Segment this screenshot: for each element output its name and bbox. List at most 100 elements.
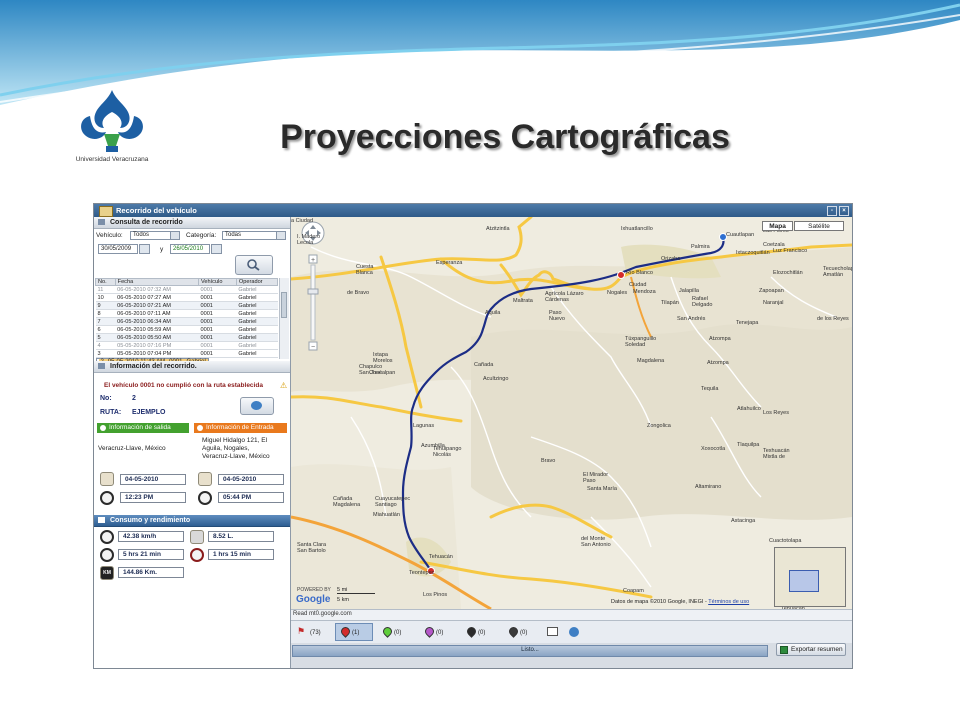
black-pin-icon[interactable] (465, 625, 478, 638)
velocidad-value: 42.38 km/h (118, 531, 184, 542)
flag-icon[interactable]: ⚑ (297, 626, 305, 637)
table-row[interactable]: 7 06-05-2010 06:34 AM 0001 Gabriel (95, 317, 278, 326)
map-status-bar: Read mt0.google.com (291, 609, 852, 620)
globe-icon[interactable] (569, 627, 579, 637)
map-type-mapa[interactable]: Mapa (762, 221, 793, 231)
col-vehiculo[interactable]: Vehículo (197, 278, 237, 286)
scroll-thumb[interactable] (281, 292, 287, 318)
table-cell-op: Gabriel (236, 349, 278, 358)
info-header[interactable]: Información del recorrido. (94, 361, 290, 373)
collapse-icon (98, 517, 105, 523)
export-summary-button[interactable]: Exportar resumen (776, 643, 846, 656)
purple-pin-icon[interactable] (423, 625, 436, 638)
table-cell-fecha: 06-05-2010 07:27 AM (115, 293, 199, 302)
table-cell-veh: 0001 (198, 293, 237, 302)
table-cell-op: Gabriel (236, 293, 278, 302)
entrada-address-1: Miguel Hidalgo 121, El (202, 437, 268, 444)
close-button[interactable]: × (839, 206, 849, 216)
table-cell-veh: 0001 (198, 301, 237, 310)
table-cell-no: 11 (95, 285, 116, 294)
entrada-hora: 05:44 PM (218, 492, 284, 503)
calendar-icon[interactable] (211, 244, 222, 254)
dark-pin-icon[interactable] (507, 625, 520, 638)
map-label: Zapoapan (759, 288, 784, 294)
table-row[interactable]: 11 06-05-2010 07:32 AM 0001 Gabriel (95, 285, 278, 294)
table-cell-no: 9 (95, 301, 116, 310)
map-type-satelite[interactable]: Satélite (794, 221, 844, 231)
table-cell-veh: 0001 (198, 325, 237, 334)
map-label: Elozochitlán (773, 270, 803, 276)
map-label: Coapam (623, 588, 644, 594)
restore-button[interactable]: ▫ (827, 206, 837, 216)
tab-salida[interactable]: Información de salida (97, 423, 189, 433)
col-operador[interactable]: Operador (235, 278, 279, 286)
table-row[interactable]: 9 06-05-2010 07:21 AM 0001 Gabriel (95, 301, 278, 310)
map-view[interactable]: + − AtzitzintlaIxhuatlancilloFortín deLa… (291, 217, 852, 609)
table-scrollbar[interactable] (279, 278, 289, 359)
svg-text:−: − (311, 344, 315, 351)
search-button[interactable] (235, 255, 273, 275)
map-label: Palmira (691, 244, 711, 250)
app-window: Recorrido del vehículo ▫ × Consulta de r… (93, 203, 853, 669)
col-fecha[interactable]: Fecha (114, 278, 199, 286)
fecha-hasta-input[interactable]: 26/05/2010 (170, 244, 222, 254)
map-label: Tequila (701, 386, 719, 392)
vehiculo-label: Vehículo: (96, 232, 123, 239)
recorridos-table: No. Fecha Vehículo Operador 11 06-05-2010… (95, 278, 279, 367)
map-view-button[interactable] (240, 397, 274, 415)
tab-entrada[interactable]: Información de Entrada (194, 423, 287, 433)
map-label: Tlaquilpa (737, 442, 760, 448)
table-row[interactable]: 4 05-05-2010 07:16 PM 0001 Gabriel (95, 341, 278, 350)
clock-icon (100, 491, 114, 505)
map-label: Ciudad (629, 282, 646, 288)
map-label: Esperanza (436, 260, 463, 266)
powered-by: POWERED BY (297, 587, 331, 593)
map-canvas[interactable]: + − AtzitzintlaIxhuatlancilloFortín deLa… (291, 217, 852, 609)
window-titlebar: Recorrido del vehículo ▫ × (94, 204, 852, 217)
map-label: Mendoza (633, 289, 657, 295)
consumo-header[interactable]: Consumo y rendimiento (94, 515, 290, 527)
map-label: Magdalena (333, 502, 361, 508)
stop-clock-icon (190, 548, 204, 562)
table-cell-fecha: 05-05-2010 07:04 PM (115, 349, 199, 358)
map-label: Atlahuilco (737, 406, 761, 412)
window-icon[interactable] (547, 627, 558, 636)
table-cell-op: Gabriel (236, 341, 278, 350)
col-no[interactable]: No. (95, 278, 116, 286)
salida-fecha: 04-05-2010 (120, 474, 186, 485)
map-label: Paso (583, 478, 596, 484)
map-label: Astacinga (731, 518, 756, 524)
overview-minimap[interactable] (774, 547, 846, 607)
vehiculo-select[interactable]: Todos (130, 231, 180, 240)
map-label: Zongolica (647, 423, 672, 429)
minimap-viewport[interactable] (789, 570, 819, 592)
table-cell-fecha: 06-05-2010 05:59 AM (115, 325, 199, 334)
table-row[interactable]: 5 06-05-2010 05:50 AM 0001 Gabriel (95, 333, 278, 342)
red-pin-count: (1) (352, 630, 360, 636)
green-pin-icon[interactable] (381, 625, 394, 638)
table-row[interactable]: 10 06-05-2010 07:27 AM 0001 Gabriel (95, 293, 278, 302)
table-row[interactable]: 6 06-05-2010 05:59 AM 0001 Gabriel (95, 325, 278, 334)
table-row[interactable]: 8 06-05-2010 07:11 AM 0001 Gabriel (95, 309, 278, 318)
search-icon (247, 259, 260, 271)
consulta-header[interactable]: Consulta de recorrido (94, 217, 290, 229)
svg-text:+: + (311, 257, 315, 264)
table-row[interactable]: 3 05-05-2010 07:04 PM 0001 Gabriel (95, 349, 278, 358)
map-label: Lagunas (413, 423, 434, 429)
table-body: 11 06-05-2010 07:32 AM 0001 Gabriel 10 06-05-… (95, 285, 278, 367)
terms-link[interactable]: Términos de uso (708, 599, 749, 605)
calendar-icon (198, 472, 212, 486)
table-cell-veh: 0001 (198, 349, 237, 358)
warning-icon: ⚠ (280, 381, 288, 390)
ruta-label: RUTA: (100, 409, 122, 416)
fecha-desde-input[interactable]: 30/05/2009 (98, 244, 150, 254)
entrada-fecha: 04-05-2010 (218, 474, 284, 485)
map-label: Ixtaczoquitlán (736, 250, 770, 256)
map-label: Luz Francisco (773, 248, 807, 254)
entrada-address-3: Veracruz-Llave, México (202, 453, 270, 460)
globe-icon (251, 401, 262, 410)
progress-status-bar: Listo... (292, 645, 768, 657)
categoria-select[interactable]: Todas (222, 231, 286, 240)
calendar-icon[interactable] (139, 244, 150, 254)
categoria-label: Categoría: (186, 232, 217, 239)
